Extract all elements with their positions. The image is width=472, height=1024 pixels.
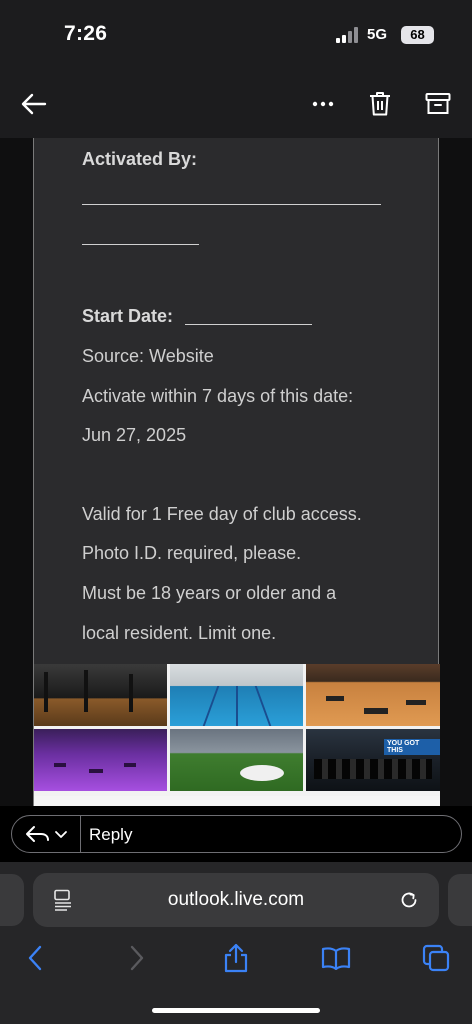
photo-id-text: Photo I.D. required, please. — [82, 543, 302, 563]
arrow-left-icon — [21, 93, 47, 115]
more-options-button[interactable] — [303, 84, 343, 124]
age-text-1: Must be 18 years or older and a — [82, 583, 337, 603]
tabs-button[interactable] — [416, 940, 456, 976]
gym-photo-purple-room[interactable] — [34, 729, 167, 791]
activated-by-line-1 — [82, 204, 381, 205]
start-date-label: Start Date: — [82, 306, 174, 326]
age-text-2: local resident. Limit one. — [82, 623, 277, 643]
back-button[interactable] — [14, 84, 54, 124]
archive-button[interactable] — [418, 84, 458, 124]
forward-icon — [130, 945, 144, 971]
status-time: 7:26 — [64, 22, 108, 45]
signal-icon — [336, 27, 360, 43]
address-bar[interactable]: outlook.live.com — [33, 873, 439, 927]
url-text[interactable]: outlook.live.com — [33, 889, 439, 911]
reply-arrow-icon — [26, 826, 67, 842]
activation-date: Jun 27, 2025 — [82, 425, 187, 445]
start-date-line — [185, 324, 312, 325]
email-card-footer — [34, 796, 440, 806]
browser-forward-button[interactable] — [117, 940, 157, 976]
reply-bar: Reply — [0, 806, 472, 862]
email-body: Activated By: Start Date: Source: Websit… — [0, 138, 472, 806]
next-tab-preview[interactable] — [448, 874, 472, 926]
more-dots-icon — [312, 101, 334, 107]
browser-bar: outlook.live.com — [0, 862, 472, 1024]
gym-photo-pool[interactable] — [170, 664, 303, 726]
share-icon — [224, 943, 248, 973]
back-icon — [28, 945, 42, 971]
gym-photo-cardio[interactable]: YOU GOT THIS — [306, 729, 440, 791]
gym-photo-turf[interactable] — [170, 729, 303, 791]
reload-icon — [401, 892, 417, 908]
bookmarks-button[interactable] — [316, 940, 356, 976]
gym-photo-weights[interactable] — [34, 664, 167, 726]
activate-within-text: Activate within 7 days of this date: — [82, 386, 354, 406]
reply-button[interactable]: Reply — [89, 825, 132, 845]
email-card: Activated By: Start Date: Source: Websit… — [33, 138, 440, 806]
gym-photo-studio[interactable] — [306, 664, 440, 726]
previous-tab-preview[interactable] — [0, 874, 24, 926]
delete-button[interactable] — [360, 84, 400, 124]
reply-divider — [80, 816, 81, 852]
bookmarks-icon — [321, 947, 351, 970]
gym-photo-grid: YOU GOT THIS — [34, 664, 440, 796]
trash-icon — [370, 92, 390, 116]
activated-by-label: Activated By: — [82, 149, 198, 169]
tabs-icon — [422, 944, 450, 972]
home-indicator[interactable] — [152, 1008, 320, 1013]
browser-back-button[interactable] — [15, 940, 55, 976]
archive-icon — [425, 93, 451, 114]
status-bar: 7:26 5G 68 — [0, 0, 472, 70]
reply-pill[interactable]: Reply — [11, 815, 462, 853]
share-button[interactable] — [216, 940, 256, 976]
reload-button[interactable] — [395, 886, 423, 914]
mail-app-bar — [0, 70, 472, 138]
activated-by-line-2 — [82, 244, 199, 245]
battery-icon: 68 — [401, 26, 434, 44]
photo-banner-text: YOU GOT THIS — [384, 739, 440, 755]
valid-text: Valid for 1 Free day of club access. — [82, 504, 362, 524]
network-label: 5G — [367, 26, 388, 43]
reply-options-button[interactable] — [22, 820, 72, 848]
source-text: Source: Website — [82, 346, 214, 366]
